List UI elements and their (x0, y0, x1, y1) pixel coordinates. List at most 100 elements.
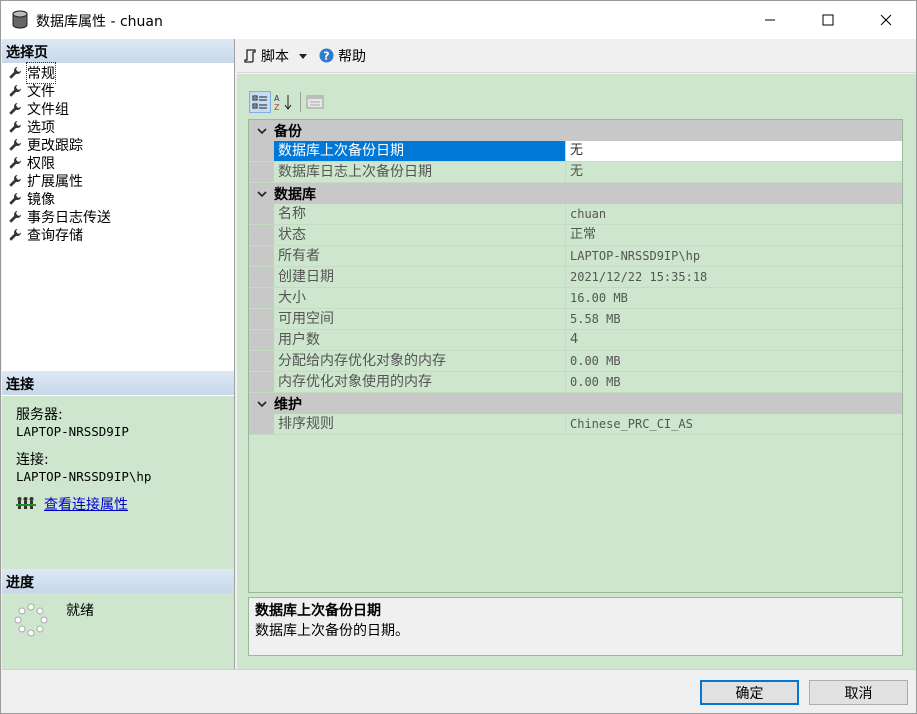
property-value: 无 (570, 164, 584, 179)
property-name: 大小 (274, 288, 566, 308)
property-row[interactable]: 名称 chuan (249, 204, 902, 225)
database-properties-dialog: 数据库属性 - chuan 选择页 常规 文件文件组选项更改跟踪 权限 扩展属性 镜像事… (0, 0, 917, 714)
property-category[interactable]: 数据库 (249, 183, 902, 204)
property-name: 状态 (274, 225, 566, 245)
property-row[interactable]: 状态 正常 (249, 225, 902, 246)
page-item[interactable]: 扩展属性 (2, 172, 234, 190)
property-row[interactable]: 数据库上次备份日期无 (249, 141, 902, 162)
ok-button[interactable]: 确定 (700, 680, 799, 705)
window-title: 数据库属性 - chuan (36, 14, 163, 30)
property-row[interactable]: 大小 16.00 MB (249, 288, 902, 309)
title-bar: 数据库属性 - chuan (1, 1, 916, 39)
category-label: 数据库 (274, 186, 316, 203)
content-area: A Z 备份 数据库上次备份日期无数据库日志上次备份日期无数据库 名称 chuan 状态… (237, 74, 916, 669)
property-row[interactable]: 排序规则 Chinese_PRC_CI_AS (249, 414, 902, 435)
chevron-down-icon (299, 53, 307, 59)
row-gutter (249, 351, 274, 371)
page-item[interactable]: 文件组 (2, 100, 234, 118)
row-gutter (249, 204, 274, 224)
page-item[interactable]: 文件 (2, 82, 234, 100)
maximize-icon (822, 14, 834, 26)
property-category[interactable]: 维护 (249, 393, 902, 414)
page-item-label: 文件组 (27, 102, 69, 118)
page-item[interactable]: 常规 (2, 62, 234, 84)
property-row[interactable]: 用户数 4 (249, 330, 902, 351)
script-button[interactable]: 脚本 (243, 46, 313, 66)
script-icon (244, 48, 256, 63)
row-gutter (249, 162, 274, 182)
server-label: 服务器: (16, 407, 63, 423)
row-gutter (249, 414, 274, 434)
progress-spinner-icon (14, 603, 48, 637)
page-list: 常规 文件文件组选项更改跟踪 权限 扩展属性 镜像 事务日志传送查询存储 (2, 62, 234, 244)
description-panel: 数据库上次备份日期 数据库上次备份的日期。 (248, 597, 903, 656)
property-pages-button[interactable] (304, 91, 326, 113)
page-item-label: 常规 (26, 62, 56, 84)
row-gutter (249, 225, 274, 245)
page-item-label: 选项 (27, 120, 55, 136)
property-row[interactable]: 分配给内存优化对象的内存 0.00 MB (249, 351, 902, 372)
page-item[interactable]: 更改跟踪 (2, 136, 234, 154)
property-value: LAPTOP-NRSSD9IP\hp (570, 249, 701, 263)
categorized-icon (252, 95, 267, 109)
minimize-button[interactable] (747, 1, 793, 39)
row-gutter (249, 309, 274, 329)
wrench-icon (9, 103, 21, 115)
category-label: 备份 (274, 123, 302, 140)
wrench-icon (9, 157, 21, 169)
select-page-header: 选择页 (2, 39, 234, 63)
property-name: 创建日期 (274, 267, 566, 287)
view-connection-link[interactable]: 查看连接属性 (44, 494, 128, 514)
property-name: 用户数 (274, 330, 566, 350)
progress-status: 就绪 (66, 603, 94, 619)
property-value: 16.00 MB (570, 291, 628, 305)
wrench-icon (9, 139, 21, 151)
database-icon (12, 10, 28, 29)
property-value: 2021/12/22 15:35:18 (570, 270, 708, 284)
property-row[interactable]: 可用空间 5.58 MB (249, 309, 902, 330)
property-name: 数据库上次备份日期 (274, 141, 566, 161)
property-pages-icon (306, 95, 324, 109)
view-connection-properties[interactable]: 查看连接属性 (16, 494, 220, 514)
page-item-label: 更改跟踪 (27, 138, 83, 154)
property-name: 内存优化对象使用的内存 (274, 372, 566, 392)
property-name: 分配给内存优化对象的内存 (274, 351, 566, 371)
description-text: 数据库上次备份的日期。 (255, 623, 409, 639)
page-item[interactable]: 权限 (2, 154, 234, 172)
property-row[interactable]: 创建日期 2021/12/22 15:35:18 (249, 267, 902, 288)
property-value: chuan (570, 207, 607, 221)
row-gutter (249, 288, 274, 308)
page-item[interactable]: 镜像 (2, 190, 234, 208)
grid-toolbar: A Z (249, 90, 328, 114)
property-value: 4 (570, 332, 579, 347)
connection-value: LAPTOP-NRSSD9IP\hp (16, 469, 152, 484)
help-label: 帮助 (338, 48, 366, 65)
row-gutter (249, 267, 274, 287)
connection-header: 连接 (2, 371, 234, 395)
progress-area: 就绪 (2, 593, 234, 669)
wrench-icon (9, 211, 21, 223)
property-row[interactable]: 所有者 LAPTOP-NRSSD9IP\hp (249, 246, 902, 267)
categorized-button[interactable] (249, 91, 271, 113)
page-item[interactable]: 事务日志传送 (2, 208, 234, 226)
maximize-button[interactable] (805, 1, 851, 39)
page-item[interactable]: 选项 (2, 118, 234, 136)
page-item-label: 文件 (27, 84, 55, 100)
property-category[interactable]: 备份 (249, 120, 902, 141)
close-button[interactable] (863, 1, 909, 39)
wrench-icon (9, 121, 21, 133)
server-value: LAPTOP-NRSSD9IP (16, 424, 129, 439)
property-name: 排序规则 (274, 414, 566, 434)
property-row[interactable]: 数据库日志上次备份日期无 (249, 162, 902, 183)
property-value: 无 (566, 141, 902, 161)
cancel-button[interactable]: 取消 (809, 680, 908, 705)
alphabetical-button[interactable]: A Z (273, 91, 295, 113)
property-value: 0.00 MB (570, 375, 621, 389)
wrench-icon (9, 193, 21, 205)
wrench-icon (9, 85, 21, 97)
help-button[interactable]: ? 帮助 (319, 46, 366, 66)
connection-properties-icon (16, 497, 36, 509)
page-item-label: 查询存储 (27, 228, 83, 244)
page-item[interactable]: 查询存储 (2, 226, 234, 244)
property-row[interactable]: 内存优化对象使用的内存 0.00 MB (249, 372, 902, 393)
